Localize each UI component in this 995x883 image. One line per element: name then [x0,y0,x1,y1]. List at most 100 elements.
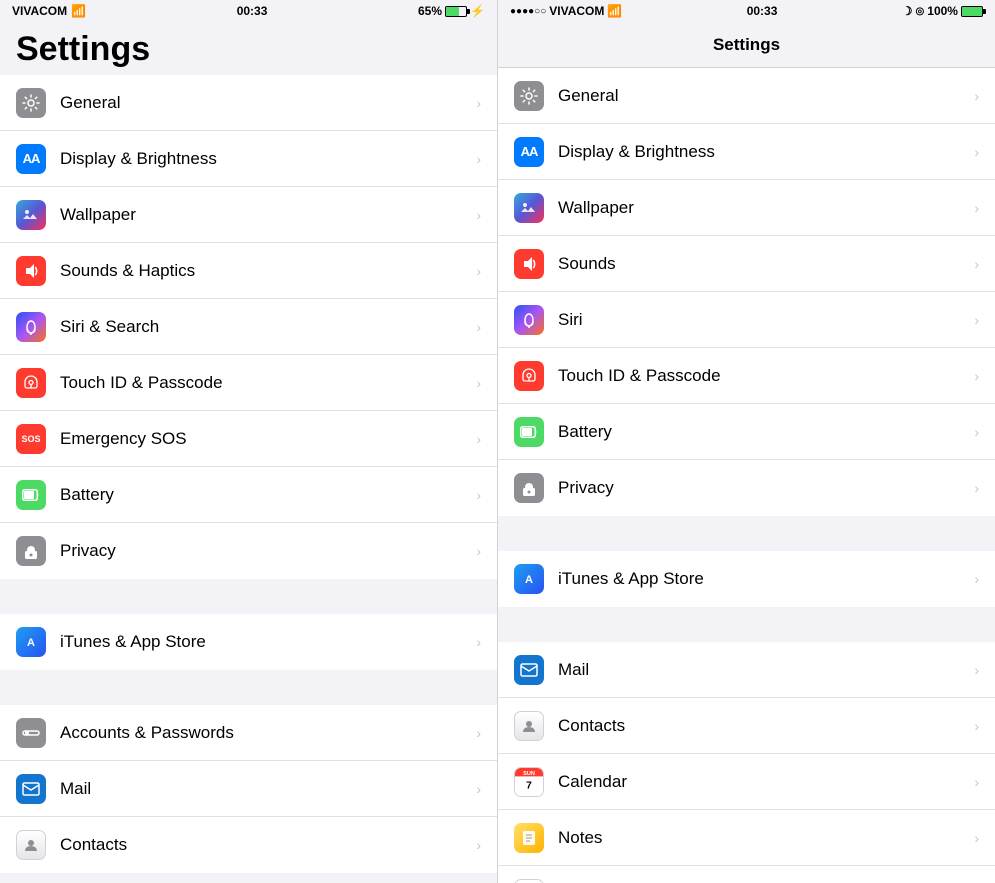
accounts-label: Accounts & Passwords [60,723,470,743]
wallpaper-chevron: › [476,207,481,223]
right-row-siri[interactable]: Siri › [498,292,995,348]
right-sounds-icon [514,249,544,279]
general-chevron: › [476,95,481,111]
left-row-contacts[interactable]: Contacts › [0,817,497,873]
svg-text:A: A [525,574,533,586]
sounds-chevron: › [476,263,481,279]
left-phone-panel: VIVACOM 📶 00:33 65% ⚡ Settings General › [0,0,498,883]
right-row-sounds[interactable]: Sounds › [498,236,995,292]
right-mail-label: Mail [558,660,968,680]
right-siri-label: Siri [558,310,968,330]
right-row-reminders[interactable]: Reminders › [498,866,995,883]
right-touchid-icon [514,361,544,391]
right-general-chevron: › [974,88,979,104]
right-contacts-chevron: › [974,718,979,734]
right-wallpaper-icon [514,193,544,223]
left-row-sounds[interactable]: Sounds & Haptics › [0,243,497,299]
left-row-touchid[interactable]: Touch ID & Passcode › [0,355,497,411]
right-battery-setting-icon [514,417,544,447]
svg-text:SUN: SUN [523,771,535,777]
right-row-mail[interactable]: Mail › [498,642,995,698]
right-calendar-chevron: › [974,774,979,790]
mail-chevron: › [476,781,481,797]
display-chevron: › [476,151,481,167]
right-phone-panel: ●●●●○○ VIVACOM 📶 00:33 ☽ ◎ 100% Settings… [498,0,995,883]
right-row-battery[interactable]: Battery › [498,404,995,460]
right-calendar-icon: SUN 7 [514,767,544,797]
left-carrier: VIVACOM 📶 [12,4,86,18]
right-row-display[interactable]: AA Display & Brightness › [498,124,995,180]
right-display-chevron: › [974,144,979,160]
right-row-itunes[interactable]: A iTunes & App Store › [498,551,995,607]
left-settings-list[interactable]: General › AA Display & Brightness › Wall… [0,75,497,883]
right-gap-1 [498,516,995,551]
battery-setting-icon [16,480,46,510]
right-battery-icon [961,6,983,17]
wallpaper-label: Wallpaper [60,205,470,225]
right-gap-2 [498,607,995,642]
svg-text:7: 7 [526,780,532,791]
left-row-mail[interactable]: Mail › [0,761,497,817]
right-privacy-icon [514,473,544,503]
right-battery-label: Battery [558,422,968,442]
itunes-chevron: › [476,634,481,650]
right-row-calendar[interactable]: SUN 7 Calendar › [498,754,995,810]
left-time: 00:33 [237,4,268,18]
privacy-icon [16,536,46,566]
right-settings-title: Settings [713,35,780,55]
right-calendar-label: Calendar [558,772,968,792]
right-battery-info: ☽ ◎ 100% [902,4,983,18]
right-signal-carrier: ●●●●○○ VIVACOM 📶 [510,4,622,18]
siri-icon [16,312,46,342]
mail-label: Mail [60,779,470,799]
left-row-wallpaper[interactable]: Wallpaper › [0,187,497,243]
right-row-touchid[interactable]: Touch ID & Passcode › [498,348,995,404]
left-section-accounts: Accounts & Passwords › Mail › Contacts › [0,705,497,873]
right-row-wallpaper[interactable]: Wallpaper › [498,180,995,236]
display-label: Display & Brightness [60,149,470,169]
left-row-siri[interactable]: Siri & Search › [0,299,497,355]
right-general-icon [514,81,544,111]
itunes-label: iTunes & App Store [60,632,470,652]
charging-icon: ⚡ [470,4,485,18]
right-itunes-chevron: › [974,571,979,587]
right-mail-chevron: › [974,662,979,678]
sos-chevron: › [476,431,481,447]
svg-text:A: A [27,637,35,649]
right-privacy-label: Privacy [558,478,968,498]
right-reminders-icon [514,879,544,883]
sounds-label: Sounds & Haptics [60,261,470,281]
right-wallpaper-label: Wallpaper [558,198,968,218]
right-notes-chevron: › [974,830,979,846]
accounts-icon [16,718,46,748]
right-status-bar: ●●●●○○ VIVACOM 📶 00:33 ☽ ◎ 100% [498,0,995,22]
signal-dots: ●●●●○○ [510,6,546,17]
right-row-general[interactable]: General › [498,68,995,124]
right-wifi-icon: 📶 [607,4,622,18]
left-status-bar: VIVACOM 📶 00:33 65% ⚡ [0,0,497,22]
sounds-icon [16,256,46,286]
right-section-main: General › AA Display & Brightness › Wall… [498,68,995,516]
contacts-label: Contacts [60,835,470,855]
right-siri-chevron: › [974,312,979,328]
left-section-main: General › AA Display & Brightness › Wall… [0,75,497,579]
left-row-accounts[interactable]: Accounts & Passwords › [0,705,497,761]
left-settings-title: Settings [16,30,481,69]
left-row-general[interactable]: General › [0,75,497,131]
right-contacts-label: Contacts [558,716,968,736]
right-touchid-chevron: › [974,368,979,384]
left-row-display[interactable]: AA Display & Brightness › [0,131,497,187]
right-time: 00:33 [747,4,778,18]
battery-chevron: › [476,487,481,503]
left-row-battery[interactable]: Battery › [0,467,497,523]
left-row-itunes[interactable]: A iTunes & App Store › [0,614,497,670]
right-settings-list[interactable]: General › AA Display & Brightness › Wall… [498,68,995,883]
right-siri-icon [514,305,544,335]
left-row-sos[interactable]: SOS Emergency SOS › [0,411,497,467]
right-row-notes[interactable]: Notes › [498,810,995,866]
right-notes-icon [514,823,544,853]
left-row-privacy[interactable]: Privacy › [0,523,497,579]
right-row-privacy[interactable]: Privacy › [498,460,995,516]
left-gap-1 [0,579,497,614]
right-row-contacts[interactable]: Contacts › [498,698,995,754]
